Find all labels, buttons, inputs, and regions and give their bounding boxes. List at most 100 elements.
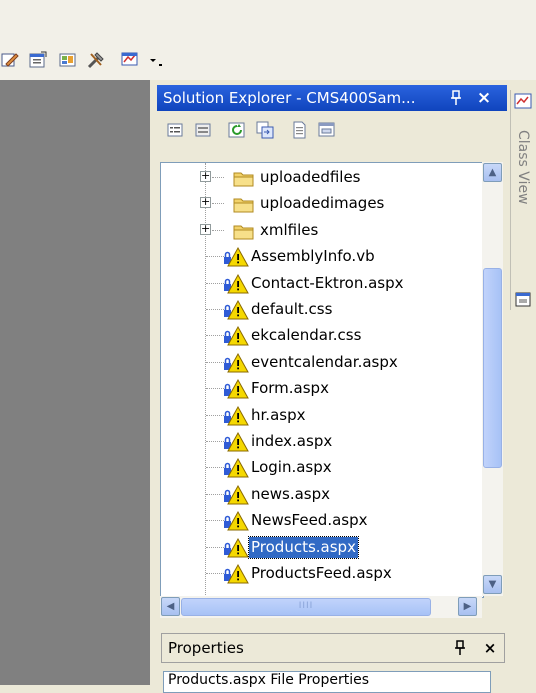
tree-connector <box>212 177 224 178</box>
tree-item-label: Form.aspx <box>251 379 329 398</box>
horizontal-scroll-thumb[interactable]: IIII <box>181 598 431 616</box>
tree-item[interactable]: hr.aspx <box>161 403 483 429</box>
tree-connector <box>206 467 224 469</box>
editor-area <box>0 80 150 685</box>
tree-connector <box>206 573 224 574</box>
tree-item[interactable]: AssemblyInfo.vb <box>161 244 483 270</box>
view-code-icon[interactable] <box>289 120 309 140</box>
tree-item[interactable]: index.aspx <box>161 429 483 455</box>
tree-connector <box>206 546 224 548</box>
tree-connector <box>206 256 224 258</box>
locked-warning-file-icon <box>223 247 249 267</box>
tree-item[interactable]: ProductsFeed.aspx <box>161 561 483 587</box>
view-designer-icon[interactable] <box>317 120 337 140</box>
folder-icon <box>233 194 255 214</box>
tree-item-label: Products.aspx <box>248 535 359 559</box>
tree-item-label: ProductsFeed.aspx <box>251 564 392 582</box>
tree-item[interactable]: NewsFeed.aspx <box>161 508 483 534</box>
pin-icon[interactable] <box>447 85 465 114</box>
class-view-icon[interactable] <box>513 290 535 310</box>
tree-connector <box>212 229 224 231</box>
tree-item[interactable]: Form.aspx <box>161 376 483 402</box>
tree-item[interactable]: Contact-Ektron.aspx <box>161 271 483 297</box>
locked-warning-file-icon <box>223 352 249 373</box>
tree-item-label: AssemblyInfo.vb <box>251 247 375 266</box>
tree-item-label: ekcalendar.css <box>251 326 362 345</box>
refresh-icon[interactable] <box>227 120 247 140</box>
tree-connector <box>206 520 224 522</box>
expand-icon[interactable]: + <box>200 196 211 209</box>
tree-connector <box>206 361 224 363</box>
close-icon[interactable]: × <box>480 634 500 662</box>
tree-item[interactable]: + uploadedimages <box>161 191 483 217</box>
tree-connector <box>206 388 224 390</box>
properties-panel: Properties × Products.aspx File Properti… <box>157 633 507 693</box>
scroll-left-button[interactable]: ◀ <box>161 597 180 616</box>
tree-connector <box>212 203 224 205</box>
expand-icon[interactable]: + <box>200 170 211 182</box>
tools-icon[interactable] <box>86 50 106 70</box>
locked-warning-file-icon <box>223 432 249 452</box>
tree-item-label: uploadedfiles <box>260 168 361 186</box>
scroll-right-button[interactable]: ▶ <box>458 597 477 616</box>
properties-icon[interactable] <box>28 50 48 70</box>
solution-tree: + uploadedfiles + uploadedimages + xmlfiles As… <box>160 162 484 598</box>
solution-explorer-toolbar <box>157 111 507 151</box>
tree-item-label: uploadedimages <box>260 194 385 213</box>
tree-connector <box>206 335 224 337</box>
locked-warning-file-icon <box>223 484 249 505</box>
edit-icon[interactable] <box>0 50 20 70</box>
tree-item[interactable]: eventcalendar.aspx <box>161 350 483 376</box>
class-view-tab[interactable]: Class View <box>510 90 536 310</box>
locked-warning-file-icon <box>223 511 249 531</box>
vertical-scrollbar[interactable]: ▲ ▼ <box>482 162 503 596</box>
solution-explorer-title: Solution Explorer - CMS400Sam... <box>163 89 416 107</box>
properties-title: Properties <box>168 639 244 657</box>
tree-item[interactable]: ekcalendar.css <box>161 323 483 349</box>
tree-item-label: default.css <box>251 300 333 318</box>
tree-item-label: news.aspx <box>251 484 330 503</box>
tree-item[interactable]: + xmlfiles <box>161 218 483 244</box>
folder-icon <box>233 168 255 188</box>
nest-files-icon[interactable] <box>255 120 275 140</box>
tree-item[interactable]: + uploadedfiles <box>161 165 483 191</box>
expand-icon[interactable]: + <box>200 223 211 235</box>
locked-warning-file-icon <box>223 326 249 346</box>
properties-object-selector[interactable]: Products.aspx File Properties <box>163 671 491 693</box>
locked-warning-file-icon <box>223 379 249 399</box>
tree-item-label: index.aspx <box>251 432 333 450</box>
solution-explorer-panel: Solution Explorer - CMS400Sam... × + uplo… <box>157 85 507 623</box>
tree-item-label: eventcalendar.aspx <box>251 352 398 371</box>
tree-item-label: xmlfiles <box>260 220 319 239</box>
locked-warning-file-icon <box>223 273 249 294</box>
tree-item[interactable]: Products.aspx <box>161 535 483 561</box>
tree-item-label: NewsFeed.aspx <box>251 511 368 530</box>
tree-connector <box>206 441 224 442</box>
locked-warning-file-icon <box>223 537 249 558</box>
scroll-down-button[interactable]: ▼ <box>483 575 502 594</box>
locked-warning-file-icon <box>223 300 249 320</box>
folder-icon <box>233 221 255 241</box>
tree-connector <box>206 493 224 495</box>
tree-item[interactable]: Login.aspx <box>161 455 483 481</box>
image-icon[interactable] <box>58 50 78 70</box>
toolbar <box>0 0 536 80</box>
scroll-up-button[interactable]: ▲ <box>483 163 502 182</box>
pin-icon[interactable] <box>452 634 468 665</box>
tree-item[interactable]: default.css <box>161 297 483 323</box>
horizontal-scrollbar[interactable]: ◀ IIII ▶ <box>160 596 482 618</box>
tree-item[interactable]: news.aspx <box>161 482 483 508</box>
vertical-scroll-thumb[interactable] <box>483 268 502 468</box>
close-icon[interactable]: × <box>473 85 495 111</box>
show-all-files-icon[interactable] <box>193 120 213 140</box>
properties-title-bar[interactable]: Properties × <box>161 633 505 663</box>
dropdown-icon[interactable] <box>146 50 164 70</box>
tree-connector <box>206 414 224 416</box>
solution-explorer-title-bar[interactable]: Solution Explorer - CMS400Sam... × <box>157 85 507 111</box>
class-view-label: Class View <box>515 130 531 205</box>
solution-explorer-tab-icon[interactable] <box>513 92 535 112</box>
tree-connector <box>206 309 224 310</box>
diagram-icon[interactable] <box>120 50 140 70</box>
properties-icon[interactable] <box>165 120 185 140</box>
locked-warning-file-icon <box>223 405 249 426</box>
